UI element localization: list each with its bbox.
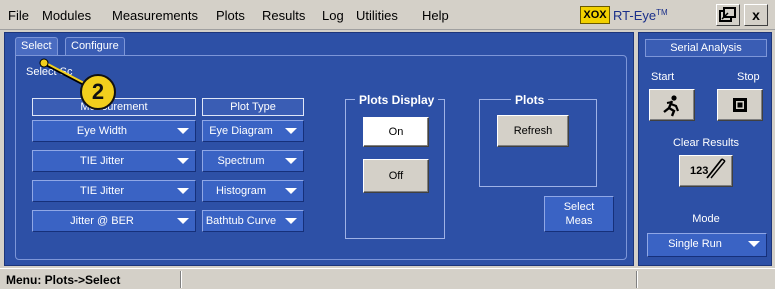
chevron-down-icon [748,241,760,247]
plot-type-dropdown-3[interactable]: Histogram [202,180,304,202]
logo-text: RT-EyeTM [613,8,668,23]
plot-type-column-header: Plot Type [202,98,304,116]
logo-trademark: TM [656,8,668,17]
plot-type-value-3: Histogram [215,185,267,197]
select-meas-label-line2: Meas [565,215,593,227]
plot-type-dropdown-4[interactable]: Bathtub Curve [202,210,304,232]
chevron-down-icon [177,188,189,194]
status-divider [636,271,638,288]
clear-results-button[interactable]: 123 [679,155,733,187]
serial-analysis-title: Serial Analysis [645,39,767,57]
menu-measurements[interactable]: Measurements [112,8,198,23]
running-person-icon [663,95,680,117]
select-meas-label-line1: Select [563,201,595,213]
plot-type-dropdown-2[interactable]: Spectrum [202,150,304,172]
mode-dropdown[interactable]: Single Run [647,233,767,257]
menu-utilities[interactable]: Utilities [356,8,398,23]
tab-select[interactable]: Select [15,37,58,55]
logo-name: RT-Eye [613,8,657,23]
status-text: Menu: Plots->Select [6,273,121,287]
stop-button[interactable] [717,89,763,121]
plots-select-panel: Select Configure Select Sc Measurement P… [4,32,634,266]
refresh-button[interactable]: Refresh [497,115,569,147]
chevron-down-icon [285,158,297,164]
plot-type-value-1: Eye Diagram [209,125,273,137]
stop-icon [733,98,747,112]
plots-display-title: Plots Display [355,93,439,107]
status-divider [180,271,182,288]
menu-log[interactable]: Log [322,8,344,23]
menu-results[interactable]: Results [262,8,305,23]
status-bar: Menu: Plots->Select [0,268,775,289]
step-callout-badge: 2 [80,74,116,110]
chevron-down-icon [285,128,297,134]
measurement-value-3: TIE Jitter [79,185,124,197]
restore-icon [719,7,736,22]
menu-bar: File Modules Measurements Plots Results … [0,0,775,30]
start-label: Start [651,71,675,83]
measurement-dropdown-3[interactable]: TIE Jitter [32,180,196,202]
chevron-down-icon [177,158,189,164]
select-meas-button[interactable]: Select Meas [544,196,614,232]
logo-mark: XOX [580,6,610,24]
mode-label: Mode [692,213,720,225]
plots-title: Plots [511,93,549,107]
plot-type-value-2: Spectrum [217,155,265,167]
plot-type-value-4: Bathtub Curve [205,215,277,227]
clear-results-label: Clear Results [672,137,740,149]
serial-analysis-panel: Serial Analysis Start Stop Clear Results… [638,32,772,266]
select-scope-label: Select Sc [26,66,73,78]
chevron-down-icon [177,128,189,134]
mode-value: Single Run [668,238,722,250]
menu-plots[interactable]: Plots [216,8,245,23]
measurement-value-4: Jitter @ BER [70,215,134,227]
plots-display-off-button[interactable]: Off [363,159,429,193]
menu-help[interactable]: Help [422,8,449,23]
restore-button[interactable] [716,4,740,26]
eraser-icon [706,158,726,179]
tab-configure[interactable]: Configure [65,37,125,55]
measurement-dropdown-2[interactable]: TIE Jitter [32,150,196,172]
measurement-dropdown-4[interactable]: Jitter @ BER [32,210,196,232]
chevron-down-icon [285,218,297,224]
close-button[interactable]: x [744,4,768,26]
measurement-column-header: Measurement [32,98,196,116]
menu-modules[interactable]: Modules [42,8,91,23]
chevron-down-icon [285,188,297,194]
stop-label: Stop [737,71,760,83]
measurement-value-2: TIE Jitter [79,155,124,167]
chevron-down-icon [177,218,189,224]
menu-file[interactable]: File [8,8,29,23]
start-button[interactable] [649,89,695,121]
plot-type-dropdown-1[interactable]: Eye Diagram [202,120,304,142]
measurement-value-1: Eye Width [76,125,128,137]
plots-display-on-button[interactable]: On [363,117,429,147]
measurement-dropdown-1[interactable]: Eye Width [32,120,196,142]
